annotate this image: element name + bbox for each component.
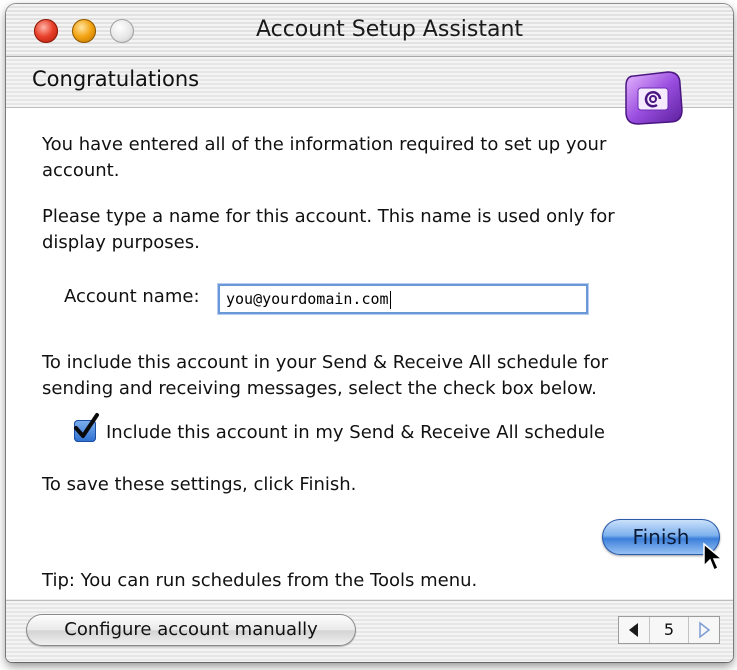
configure-manually-button[interactable]: Configure account manually [26, 614, 356, 646]
account-name-value: you@yourdomain.com [226, 290, 389, 308]
page-heading: Congratulations [32, 67, 200, 91]
account-name-field[interactable]: you@yourdomain.com [218, 284, 588, 314]
window-title: Account Setup Assistant [255, 17, 524, 42]
text-caret [389, 290, 391, 309]
account-name-label: Account name: [64, 286, 200, 307]
include-schedule-label[interactable]: Include this account in my Send & Receiv… [106, 422, 605, 443]
next-page-icon[interactable] [689, 617, 719, 643]
name-instructions: Please type a name for this account. Thi… [42, 206, 615, 253]
page-number: 5 [649, 617, 689, 643]
include-schedule-checkbox[interactable] [74, 413, 99, 442]
entourage-mail-icon [625, 71, 683, 125]
tip-text: Tip: You can run schedules from the Tool… [42, 570, 478, 591]
title-bar[interactable]: Account Setup Assistant [6, 4, 733, 57]
page-navigator: 5 [618, 616, 720, 644]
mouse-pointer-icon [703, 542, 724, 572]
save-instructions: To save these settings, click Finish. [42, 474, 357, 495]
schedule-instructions: To include this account in your Send & R… [42, 352, 609, 399]
checkmark-icon [74, 413, 99, 438]
previous-page-icon[interactable] [619, 617, 649, 643]
intro-text: You have entered all of the information … [42, 134, 607, 181]
